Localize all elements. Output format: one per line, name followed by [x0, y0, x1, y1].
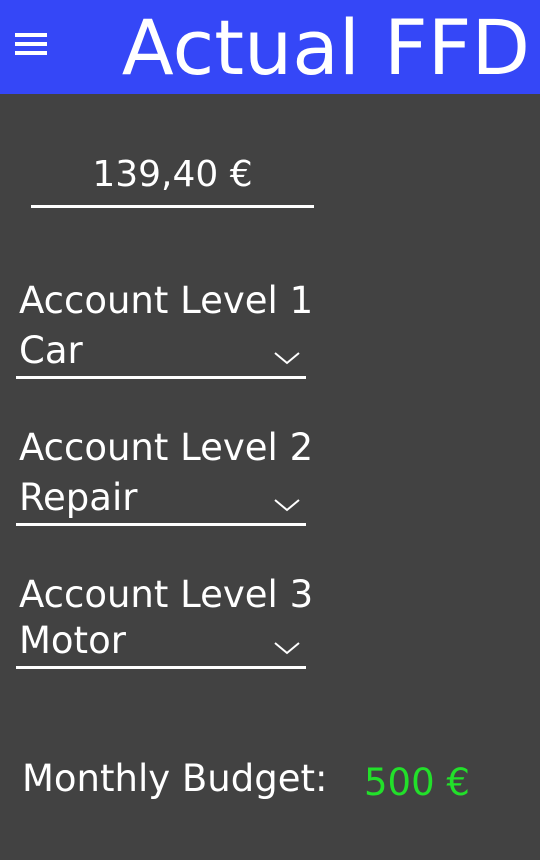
chevron-down-icon: [274, 642, 300, 655]
menu-bar: [15, 51, 47, 55]
account-level-3-label: Account Level 3: [19, 573, 314, 616]
monthly-budget-label: Monthly Budget:: [22, 757, 328, 800]
account-level-1-select[interactable]: Car: [16, 329, 306, 379]
menu-bar: [15, 33, 47, 37]
account-level-3-select[interactable]: Motor: [16, 619, 306, 669]
account-level-2-value: Repair: [19, 476, 138, 519]
account-level-1-value: Car: [19, 329, 83, 372]
amount-input[interactable]: [31, 150, 314, 208]
app-title: Actual FFD: [121, 3, 530, 92]
chevron-down-icon: [274, 352, 300, 365]
account-level-2-select[interactable]: Repair: [16, 476, 306, 526]
hamburger-menu-icon[interactable]: [15, 33, 47, 57]
account-level-2-label: Account Level 2: [19, 426, 314, 469]
menu-bar: [15, 42, 47, 46]
app-header: Actual FFD: [0, 0, 540, 94]
account-level-3-value: Motor: [19, 619, 126, 662]
monthly-budget-value: 500 €: [364, 761, 470, 804]
account-level-1-label: Account Level 1: [19, 279, 314, 322]
chevron-down-icon: [274, 499, 300, 512]
